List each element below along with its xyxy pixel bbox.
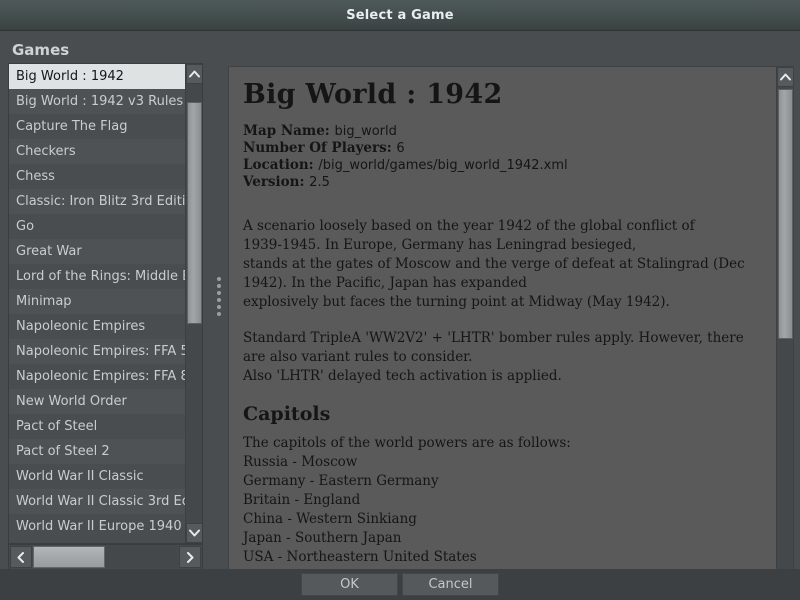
metadata-label: Map Name:: [243, 123, 335, 139]
game-list-items[interactable]: Big World : 1942 Big World : 1942 v3 Rule…: [9, 64, 187, 543]
list-item[interactable]: World War II Classic: [9, 464, 187, 489]
horizontal-scroll-track[interactable]: [33, 546, 178, 568]
metadata-label: Location:: [243, 157, 319, 173]
capitols-list: The capitols of the world powers are as …: [243, 435, 571, 565]
metadata-value: /big_world/games/big_world_1942.xml: [318, 158, 568, 173]
splitter-grip-icon: [217, 276, 221, 316]
metadata-row: Number Of Players: 6: [243, 140, 763, 157]
list-item[interactable]: Pact of Steel: [9, 414, 187, 439]
metadata-row: Version: 2.5: [243, 174, 763, 191]
game-metadata: Map Name: big_world Number Of Players: 6L…: [243, 123, 763, 191]
game-list[interactable]: Big World : 1942 Big World : 1942 v3 Rule…: [8, 63, 203, 544]
list-item[interactable]: Chess: [9, 164, 187, 189]
list-item[interactable]: Capture The Flag: [9, 114, 187, 139]
chevron-down-icon: [189, 529, 200, 537]
list-item[interactable]: Minimap: [9, 289, 187, 314]
details-scroll-track[interactable]: [777, 87, 793, 585]
scroll-left-button[interactable]: [10, 546, 32, 568]
list-item[interactable]: Pact of Steel 2: [9, 439, 187, 464]
metadata-row: Location: /big_world/games/big_world_194…: [243, 157, 763, 174]
scroll-right-button[interactable]: [179, 546, 201, 568]
game-details-pane: Big World : 1942 Map Name: big_world Numb…: [228, 66, 794, 600]
list-item[interactable]: Classic: Iron Blitz 3rd Edition: [9, 189, 187, 214]
description-paragraph-1: A scenario loosely based on the year 194…: [243, 218, 745, 310]
dialog-footer: OK Cancel: [0, 569, 800, 600]
chevron-left-icon: [17, 548, 25, 567]
list-item[interactable]: Great War: [9, 239, 187, 264]
chevron-up-icon: [189, 70, 200, 78]
metadata-row: Map Name: big_world: [243, 123, 763, 140]
metadata-label: Version:: [243, 174, 310, 190]
scroll-up-button[interactable]: [186, 64, 202, 84]
list-item[interactable]: Checkers: [9, 139, 187, 164]
scroll-thumb[interactable]: [187, 102, 202, 324]
details-scroll-up-button[interactable]: [777, 67, 793, 87]
cancel-button[interactable]: Cancel: [402, 573, 499, 596]
metadata-value: 6: [396, 141, 405, 156]
details-scroll-thumb[interactable]: [778, 89, 793, 339]
scroll-down-button[interactable]: [186, 523, 202, 543]
game-title: Big World : 1942: [243, 79, 503, 110]
description-paragraph-2: Standard TripleA 'WW2V2' + 'LHTR' bomber…: [243, 330, 744, 384]
game-description: Big World : 1942 Map Name: big_world Numb…: [229, 67, 777, 600]
horizontal-scroll-thumb[interactable]: [33, 546, 105, 568]
list-item[interactable]: Napoleonic Empires: FFA 8: [9, 364, 187, 389]
pane-splitter[interactable]: [210, 31, 228, 561]
metadata-value: 2.5: [309, 175, 330, 190]
chevron-right-icon: [186, 548, 194, 567]
details-vertical-scrollbar[interactable]: [776, 67, 793, 600]
list-item[interactable]: Napoleonic Empires: FFA 5: [9, 339, 187, 364]
chevron-up-icon: [780, 73, 791, 81]
list-item[interactable]: World War II Classic 3rd Edition: [9, 489, 187, 514]
capitols-heading: Capitols: [243, 403, 331, 425]
games-heading: Games: [12, 41, 70, 59]
metadata-label: Number Of Players:: [243, 140, 397, 156]
list-item[interactable]: Go: [9, 214, 187, 239]
dialog-body: Games Big World : 1942 Big World : 1942 v…: [0, 31, 800, 600]
list-item[interactable]: Big World : 1942: [9, 64, 187, 89]
list-item[interactable]: Lord of the Rings: Middle Earth: [9, 264, 187, 289]
list-item[interactable]: World War II Europe 1940: [9, 514, 187, 539]
game-list-horizontal-scrollbar[interactable]: [8, 544, 203, 570]
list-item[interactable]: New World Order: [9, 389, 187, 414]
ok-button[interactable]: OK: [301, 573, 398, 596]
window-title: Select a Game: [346, 7, 454, 23]
list-item[interactable]: Napoleonic Empires: [9, 314, 187, 339]
scroll-track[interactable]: [186, 84, 202, 523]
list-item[interactable]: Big World : 1942 v3 Rules: [9, 89, 187, 114]
games-pane: Games Big World : 1942 Big World : 1942 v…: [0, 31, 210, 570]
game-list-vertical-scrollbar[interactable]: [185, 64, 202, 543]
select-game-dialog: Select a Game Games Big World : 1942 Big …: [0, 0, 800, 600]
title-bar: Select a Game: [0, 0, 800, 31]
metadata-value: big_world: [334, 124, 397, 139]
